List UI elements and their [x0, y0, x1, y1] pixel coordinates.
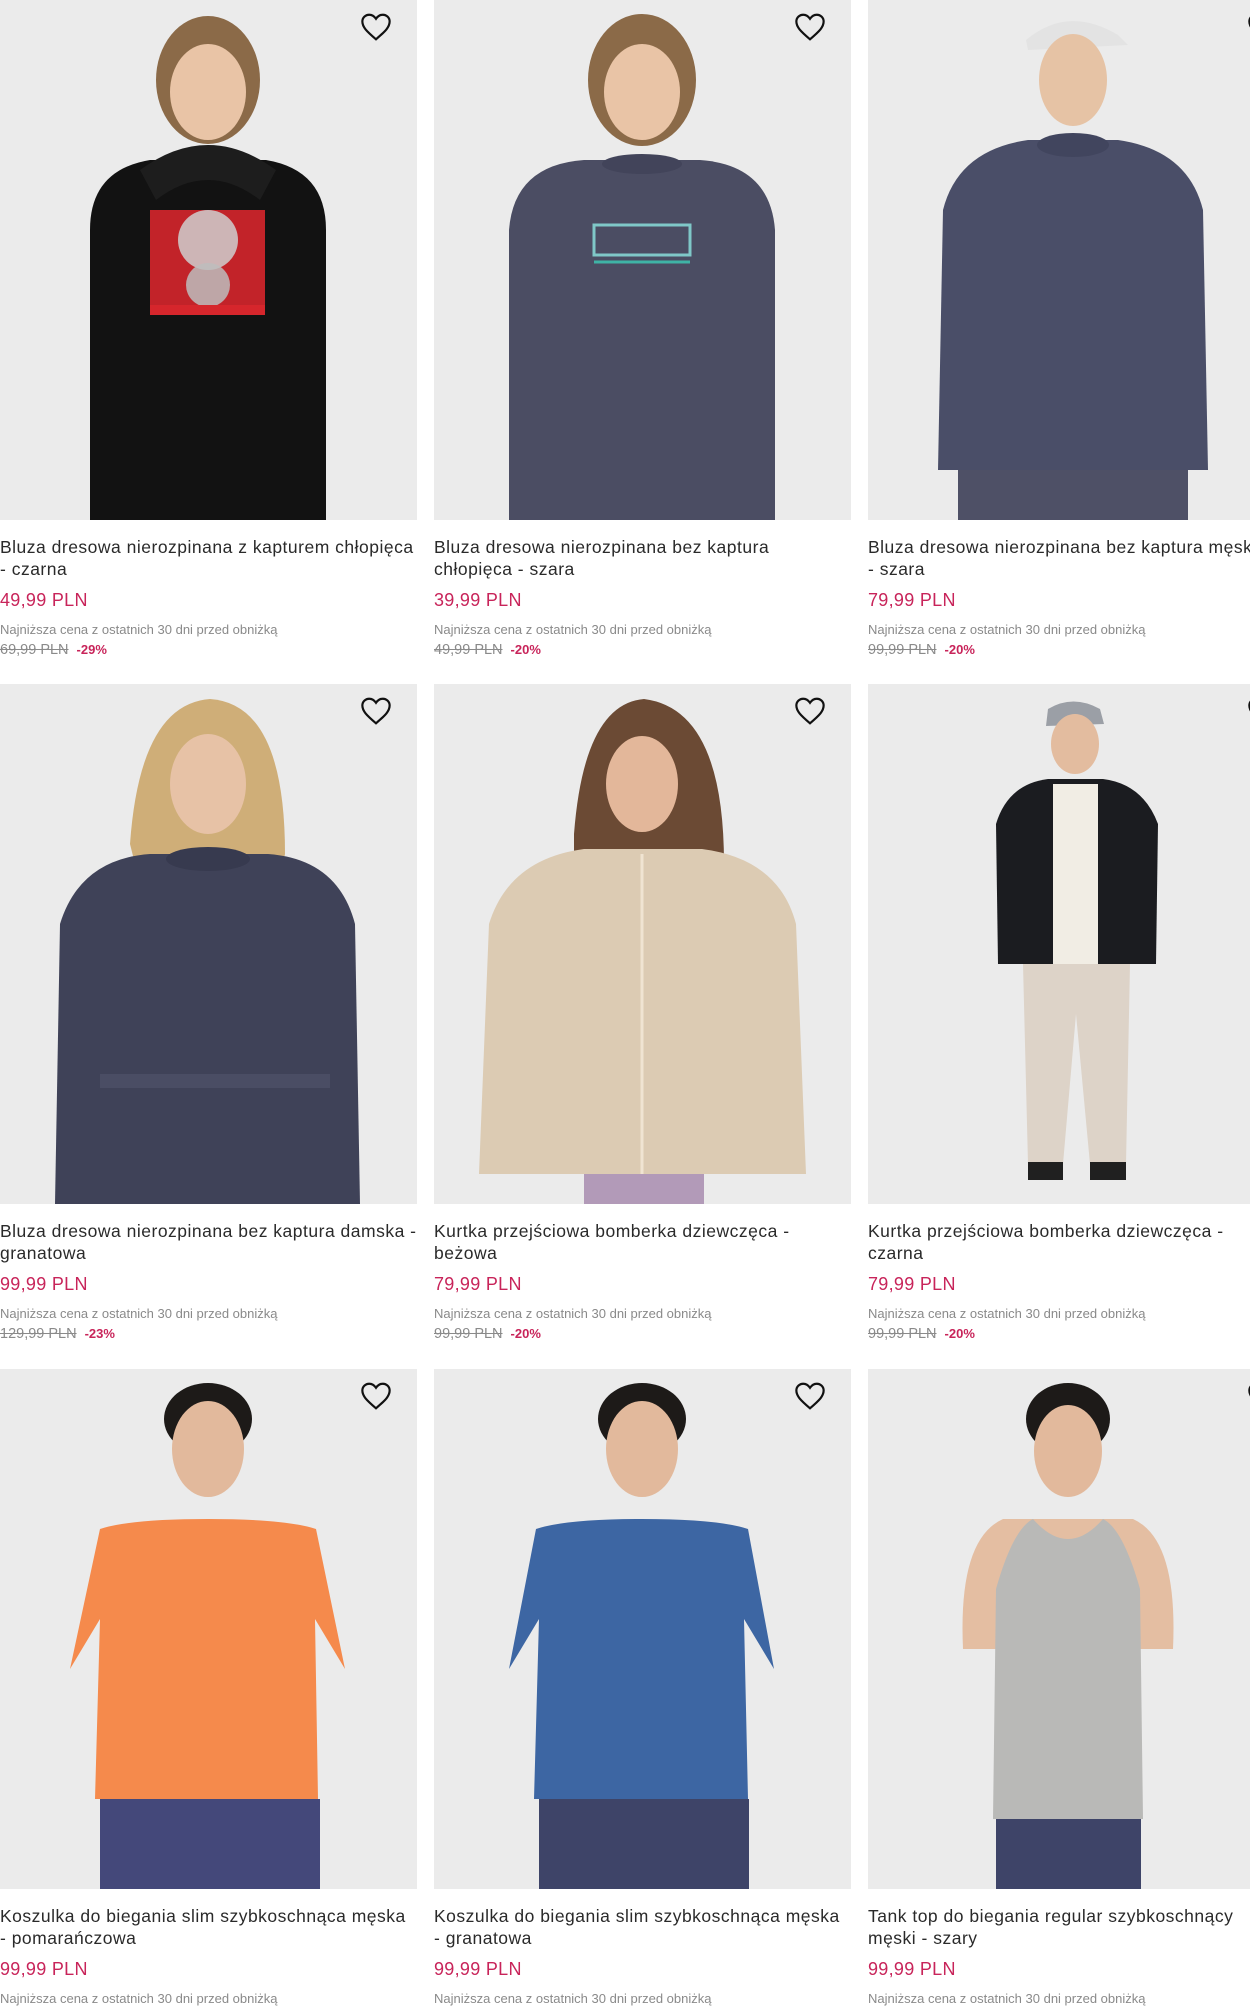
lowest-price-note: Najniższa cena z ostatnich 30 dni przed …: [0, 1991, 278, 2006]
old-price: 49,99 PLN: [434, 642, 503, 658]
product-image[interactable]: [868, 684, 1250, 1204]
product-card[interactable]: Koszulka do biegania slim szybkoschnąca …: [434, 1369, 851, 2007]
product-title[interactable]: Bluza dresowa nierozpinana bez kaptura c…: [434, 536, 851, 580]
favorite-heart-icon[interactable]: [1246, 12, 1250, 42]
product-title[interactable]: Koszulka do biegania slim szybkoschnąca …: [434, 1905, 851, 1949]
old-price: 69,99 PLN: [0, 642, 69, 658]
product-card[interactable]: Bluza dresowa nierozpinana bez kaptura d…: [0, 684, 417, 1346]
old-price-row: 99,99 PLN -20%: [434, 1326, 851, 1346]
product-photo: [868, 1369, 1250, 1889]
product-price: 79,99 PLN: [434, 1274, 522, 1294]
product-photo: [0, 1369, 417, 1889]
product-title[interactable]: Bluza dresowa nierozpinana z kapturem ch…: [0, 536, 417, 580]
lowest-price-note: Najniższa cena z ostatnich 30 dni przed …: [434, 1306, 712, 1321]
product-price: 99,99 PLN: [0, 1274, 88, 1294]
product-photo: [868, 684, 1250, 1204]
discount-badge: -20%: [510, 642, 541, 657]
lowest-price-note: Najniższa cena z ostatnich 30 dni przed …: [434, 622, 712, 637]
product-price: 99,99 PLN: [868, 1959, 956, 1979]
product-photo: [0, 684, 417, 1204]
lowest-price-note: Najniższa cena z ostatnich 30 dni przed …: [868, 1306, 1146, 1321]
product-photo: [434, 684, 851, 1204]
discount-badge: -29%: [76, 642, 107, 657]
product-image[interactable]: [434, 684, 851, 1204]
lowest-price-note: Najniższa cena z ostatnich 30 dni przed …: [0, 1306, 278, 1321]
lowest-price-note: Najniższa cena z ostatnich 30 dni przed …: [434, 1991, 712, 2006]
product-price: 99,99 PLN: [434, 1959, 522, 1979]
product-photo: [868, 0, 1250, 520]
product-image[interactable]: [434, 1369, 851, 1889]
old-price: 99,99 PLN: [868, 642, 937, 658]
discount-badge: -20%: [510, 1326, 541, 1341]
product-card[interactable]: Bluza dresowa nierozpinana bez kaptura c…: [434, 0, 851, 662]
product-price: 39,99 PLN: [434, 590, 522, 610]
lowest-price-note: Najniższa cena z ostatnich 30 dni przed …: [868, 622, 1146, 637]
product-price: 79,99 PLN: [868, 1274, 956, 1294]
favorite-heart-icon[interactable]: [793, 696, 827, 726]
old-price-row: 69,99 PLN -29%: [0, 642, 417, 662]
old-price: 129,99 PLN: [0, 1326, 77, 1342]
product-image[interactable]: [0, 684, 417, 1204]
old-price-row: 99,99 PLN -20%: [868, 1326, 1250, 1346]
discount-badge: -20%: [944, 1326, 975, 1341]
product-title[interactable]: Kurtka przejściowa bomberka dziewczęca -…: [868, 1220, 1250, 1264]
favorite-heart-icon[interactable]: [793, 12, 827, 42]
product-photo: [434, 1369, 851, 1889]
product-image[interactable]: [868, 1369, 1250, 1889]
discount-badge: -23%: [84, 1326, 115, 1341]
discount-badge: -20%: [944, 642, 975, 657]
product-price: 99,99 PLN: [0, 1959, 88, 1979]
product-image[interactable]: [434, 0, 851, 520]
product-price: 49,99 PLN: [0, 590, 88, 610]
product-title[interactable]: Tank top do biegania regular szybkoschną…: [868, 1905, 1250, 1949]
product-card[interactable]: Bluza dresowa nierozpinana bez kaptura m…: [868, 0, 1250, 662]
product-price: 79,99 PLN: [868, 590, 956, 610]
product-image[interactable]: [868, 0, 1250, 520]
favorite-heart-icon[interactable]: [359, 696, 393, 726]
old-price: 99,99 PLN: [434, 1326, 503, 1342]
old-price-row: 49,99 PLN -20%: [434, 642, 851, 662]
old-price: 99,99 PLN: [868, 1326, 937, 1342]
favorite-heart-icon[interactable]: [359, 1381, 393, 1411]
product-image[interactable]: [0, 0, 417, 520]
favorite-heart-icon[interactable]: [793, 1381, 827, 1411]
product-photo: [434, 0, 851, 520]
product-card[interactable]: Bluza dresowa nierozpinana z kapturem ch…: [0, 0, 417, 662]
old-price-row: 129,99 PLN -23%: [0, 1326, 417, 1346]
lowest-price-note: Najniższa cena z ostatnich 30 dni przed …: [0, 622, 278, 637]
product-card[interactable]: Koszulka do biegania slim szybkoschnąca …: [0, 1369, 417, 2007]
favorite-heart-icon[interactable]: [359, 12, 393, 42]
product-card[interactable]: Tank top do biegania regular szybkoschną…: [868, 1369, 1250, 2007]
favorite-heart-icon[interactable]: [1246, 696, 1250, 726]
product-title[interactable]: Bluza dresowa nierozpinana bez kaptura d…: [0, 1220, 417, 1264]
product-grid: Bluza dresowa nierozpinana z kapturem ch…: [0, 0, 1250, 2014]
lowest-price-note: Najniższa cena z ostatnich 30 dni przed …: [868, 1991, 1146, 2006]
product-title[interactable]: Koszulka do biegania slim szybkoschnąca …: [0, 1905, 417, 1949]
product-card[interactable]: Kurtka przejściowa bomberka dziewczęca -…: [868, 684, 1250, 1346]
product-image[interactable]: [0, 1369, 417, 1889]
product-photo: [0, 0, 417, 520]
product-card[interactable]: Kurtka przejściowa bomberka dziewczęca -…: [434, 684, 851, 1346]
old-price-row: 99,99 PLN -20%: [868, 642, 1250, 662]
favorite-heart-icon[interactable]: [1246, 1381, 1250, 1411]
product-title[interactable]: Bluza dresowa nierozpinana bez kaptura m…: [868, 536, 1250, 580]
product-title[interactable]: Kurtka przejściowa bomberka dziewczęca -…: [434, 1220, 851, 1264]
